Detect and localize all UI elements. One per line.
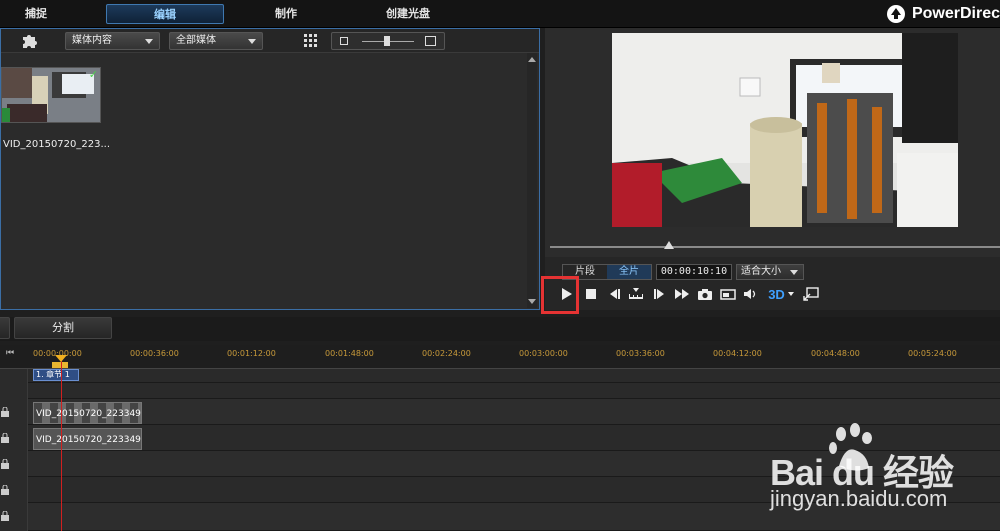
skip-start-icon[interactable]: ⏮ (6, 348, 14, 358)
tab-produce[interactable]: 制作 (258, 4, 314, 24)
snapshot-icon (698, 289, 712, 300)
stop-icon (586, 289, 596, 299)
tick-label: 00:04:12:00 (713, 349, 762, 358)
brand-name: PowerDirec (911, 5, 1000, 22)
chevron-down-icon (145, 39, 153, 44)
thumbnail-image (2, 68, 100, 122)
tick-label: 00:03:36:00 (616, 349, 665, 358)
tab-edit[interactable]: 编辑 (106, 4, 224, 24)
watermark-url: jingyan.baidu.com (770, 486, 948, 511)
volume-icon (744, 289, 756, 299)
lock-icon[interactable] (0, 511, 10, 521)
play-button[interactable] (556, 285, 576, 303)
tab-capture[interactable]: 捕捉 (8, 4, 64, 24)
zoom-small-icon[interactable] (340, 37, 348, 45)
tick-label: 00:00:36:00 (130, 349, 179, 358)
lock-icon[interactable] (0, 459, 10, 469)
aspect-icon (720, 289, 736, 300)
lock-icon[interactable] (0, 433, 10, 443)
library-scrollbar[interactable] (527, 53, 537, 308)
mark-button[interactable] (626, 285, 646, 303)
3d-icon: 3D (768, 286, 785, 302)
timeline-toolbar: 分割 (0, 317, 1000, 341)
chapter-track (28, 369, 1000, 383)
previous-frame-icon (610, 289, 620, 299)
preview-scrubber[interactable] (550, 246, 1000, 248)
3d-button[interactable]: 3D (766, 285, 796, 303)
chevron-down-icon (790, 270, 798, 275)
upload-icon[interactable] (886, 5, 905, 23)
scrubber-handle[interactable] (664, 241, 674, 249)
audio-clip-label: VID_20150720_223349 (36, 435, 141, 445)
tick-label: 00:01:12:00 (227, 349, 276, 358)
brand: PowerDirec (886, 2, 1000, 26)
playhead-handle[interactable] (55, 355, 67, 362)
preview-video (612, 33, 958, 227)
thumbnail-zoom (331, 32, 445, 50)
play-icon (562, 288, 572, 300)
zoom-large-icon[interactable] (425, 36, 436, 46)
track-headers (0, 369, 28, 531)
top-bar: 捕捉 编辑 制作 创建光盘 PowerDirec (0, 0, 1000, 28)
mark-icon (629, 288, 643, 299)
media-library: 媒体内容 全部媒体 ✓ VID_20150720_223... (0, 28, 540, 310)
stop-button[interactable] (581, 285, 601, 303)
split-button[interactable]: 分割 (14, 317, 112, 339)
library-toolbar: 媒体内容 全部媒体 (1, 29, 539, 53)
chevron-down-icon (248, 39, 256, 44)
tab-create-disc[interactable]: 创建光盘 (370, 4, 446, 24)
tick-label: 00:05:24:00 (908, 349, 957, 358)
next-frame-button[interactable] (650, 285, 670, 303)
lock-icon[interactable] (0, 485, 10, 495)
thumbnail-name: VID_20150720_223... (3, 139, 111, 150)
fit-size-label: 适合大小 (741, 266, 781, 277)
tick-label: 00:02:24:00 (422, 349, 471, 358)
chevron-down-icon (787, 292, 794, 296)
grid-view-icon[interactable] (303, 33, 319, 49)
audio-clip[interactable]: VID_20150720_223349 (33, 428, 142, 450)
media-content-label: 媒体内容 (72, 35, 112, 46)
fit-size-dropdown[interactable]: 适合大小 (736, 264, 804, 280)
media-content-dropdown[interactable]: 媒体内容 (65, 32, 160, 50)
toolbar-button-partial[interactable] (0, 317, 10, 339)
playhead-marker (52, 362, 68, 368)
video-clip[interactable]: VID_20150720_223349 (33, 402, 142, 424)
video-clip-label: VID_20150720_223349 (36, 409, 141, 419)
scroll-up-icon[interactable] (528, 57, 536, 62)
snapshot-button[interactable] (695, 285, 715, 303)
media-thumbnail[interactable]: ✓ (1, 67, 101, 123)
chapter-marker[interactable]: 1. 章节 1 (33, 369, 79, 381)
timecode-display[interactable]: 00:00:10:10 (656, 264, 732, 280)
next-frame-icon (654, 289, 664, 299)
tick-label: 00:01:48:00 (325, 349, 374, 358)
fast-forward-icon (675, 289, 689, 299)
scroll-down-icon[interactable] (528, 299, 536, 304)
checkmark-icon: ✓ (88, 68, 98, 81)
fullscreen-button[interactable] (801, 285, 821, 303)
volume-button[interactable] (741, 285, 761, 303)
fast-forward-button[interactable] (672, 285, 692, 303)
media-filter-label: 全部媒体 (176, 35, 216, 46)
media-filter-dropdown[interactable]: 全部媒体 (169, 32, 263, 50)
subtitle-track (28, 383, 1000, 399)
tick-label: 00:04:48:00 (811, 349, 860, 358)
tick-label: 00:03:00:00 (519, 349, 568, 358)
preview-panel: 片段 全片 00:00:10:10 适合大小 3D (541, 28, 1000, 314)
lock-icon[interactable] (0, 407, 10, 417)
zoom-slider-handle[interactable] (384, 36, 390, 46)
preview-frame (612, 33, 958, 227)
aspect-button[interactable] (718, 285, 738, 303)
previous-frame-button[interactable] (604, 285, 624, 303)
puzzle-icon[interactable] (21, 32, 38, 49)
fullscreen-icon (803, 287, 819, 301)
playhead-line[interactable] (61, 357, 62, 531)
timeline-ruler[interactable]: ⏮ 00:00:00:00 00:00:36:00 00:01:12:00 00… (0, 345, 1000, 369)
mode-full-button[interactable]: 全片 (607, 265, 651, 279)
